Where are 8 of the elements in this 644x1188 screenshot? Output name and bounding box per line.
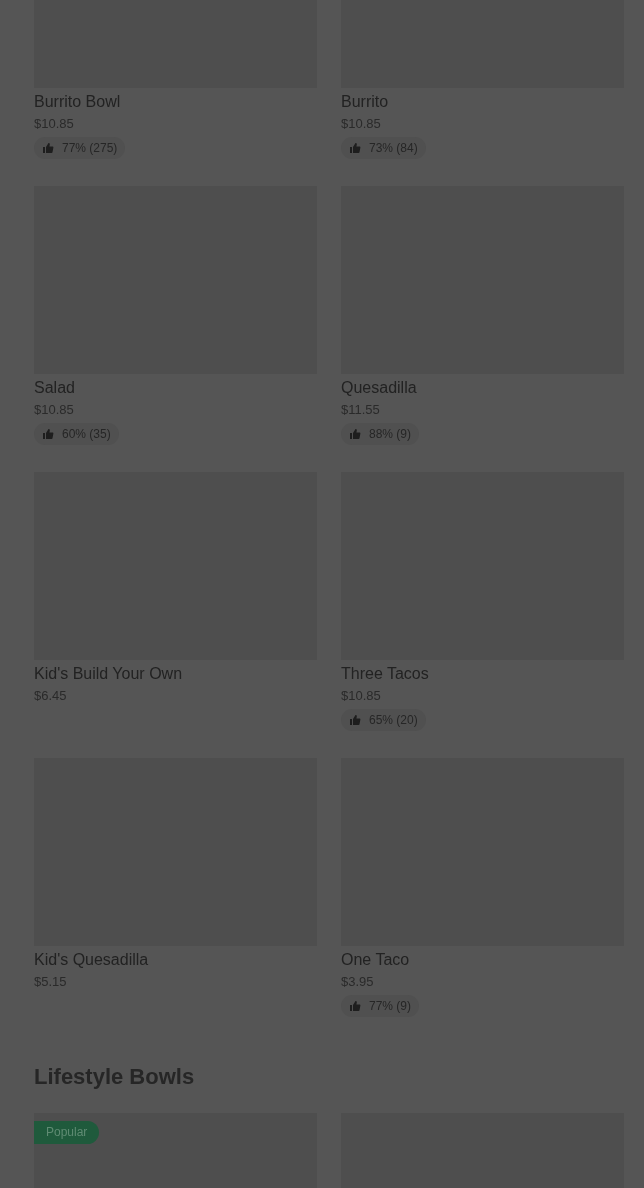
thumbs-up-icon bbox=[349, 714, 361, 726]
thumbs-up-icon bbox=[349, 142, 361, 154]
image-placeholder[interactable]: Popular bbox=[34, 1113, 317, 1188]
thumbs-up-icon bbox=[42, 428, 54, 440]
popular-badge: Popular bbox=[34, 1121, 100, 1144]
thumbs-up-icon bbox=[349, 1000, 361, 1012]
thumbs-up-icon bbox=[349, 428, 361, 440]
thumbs-up-icon bbox=[42, 142, 54, 154]
